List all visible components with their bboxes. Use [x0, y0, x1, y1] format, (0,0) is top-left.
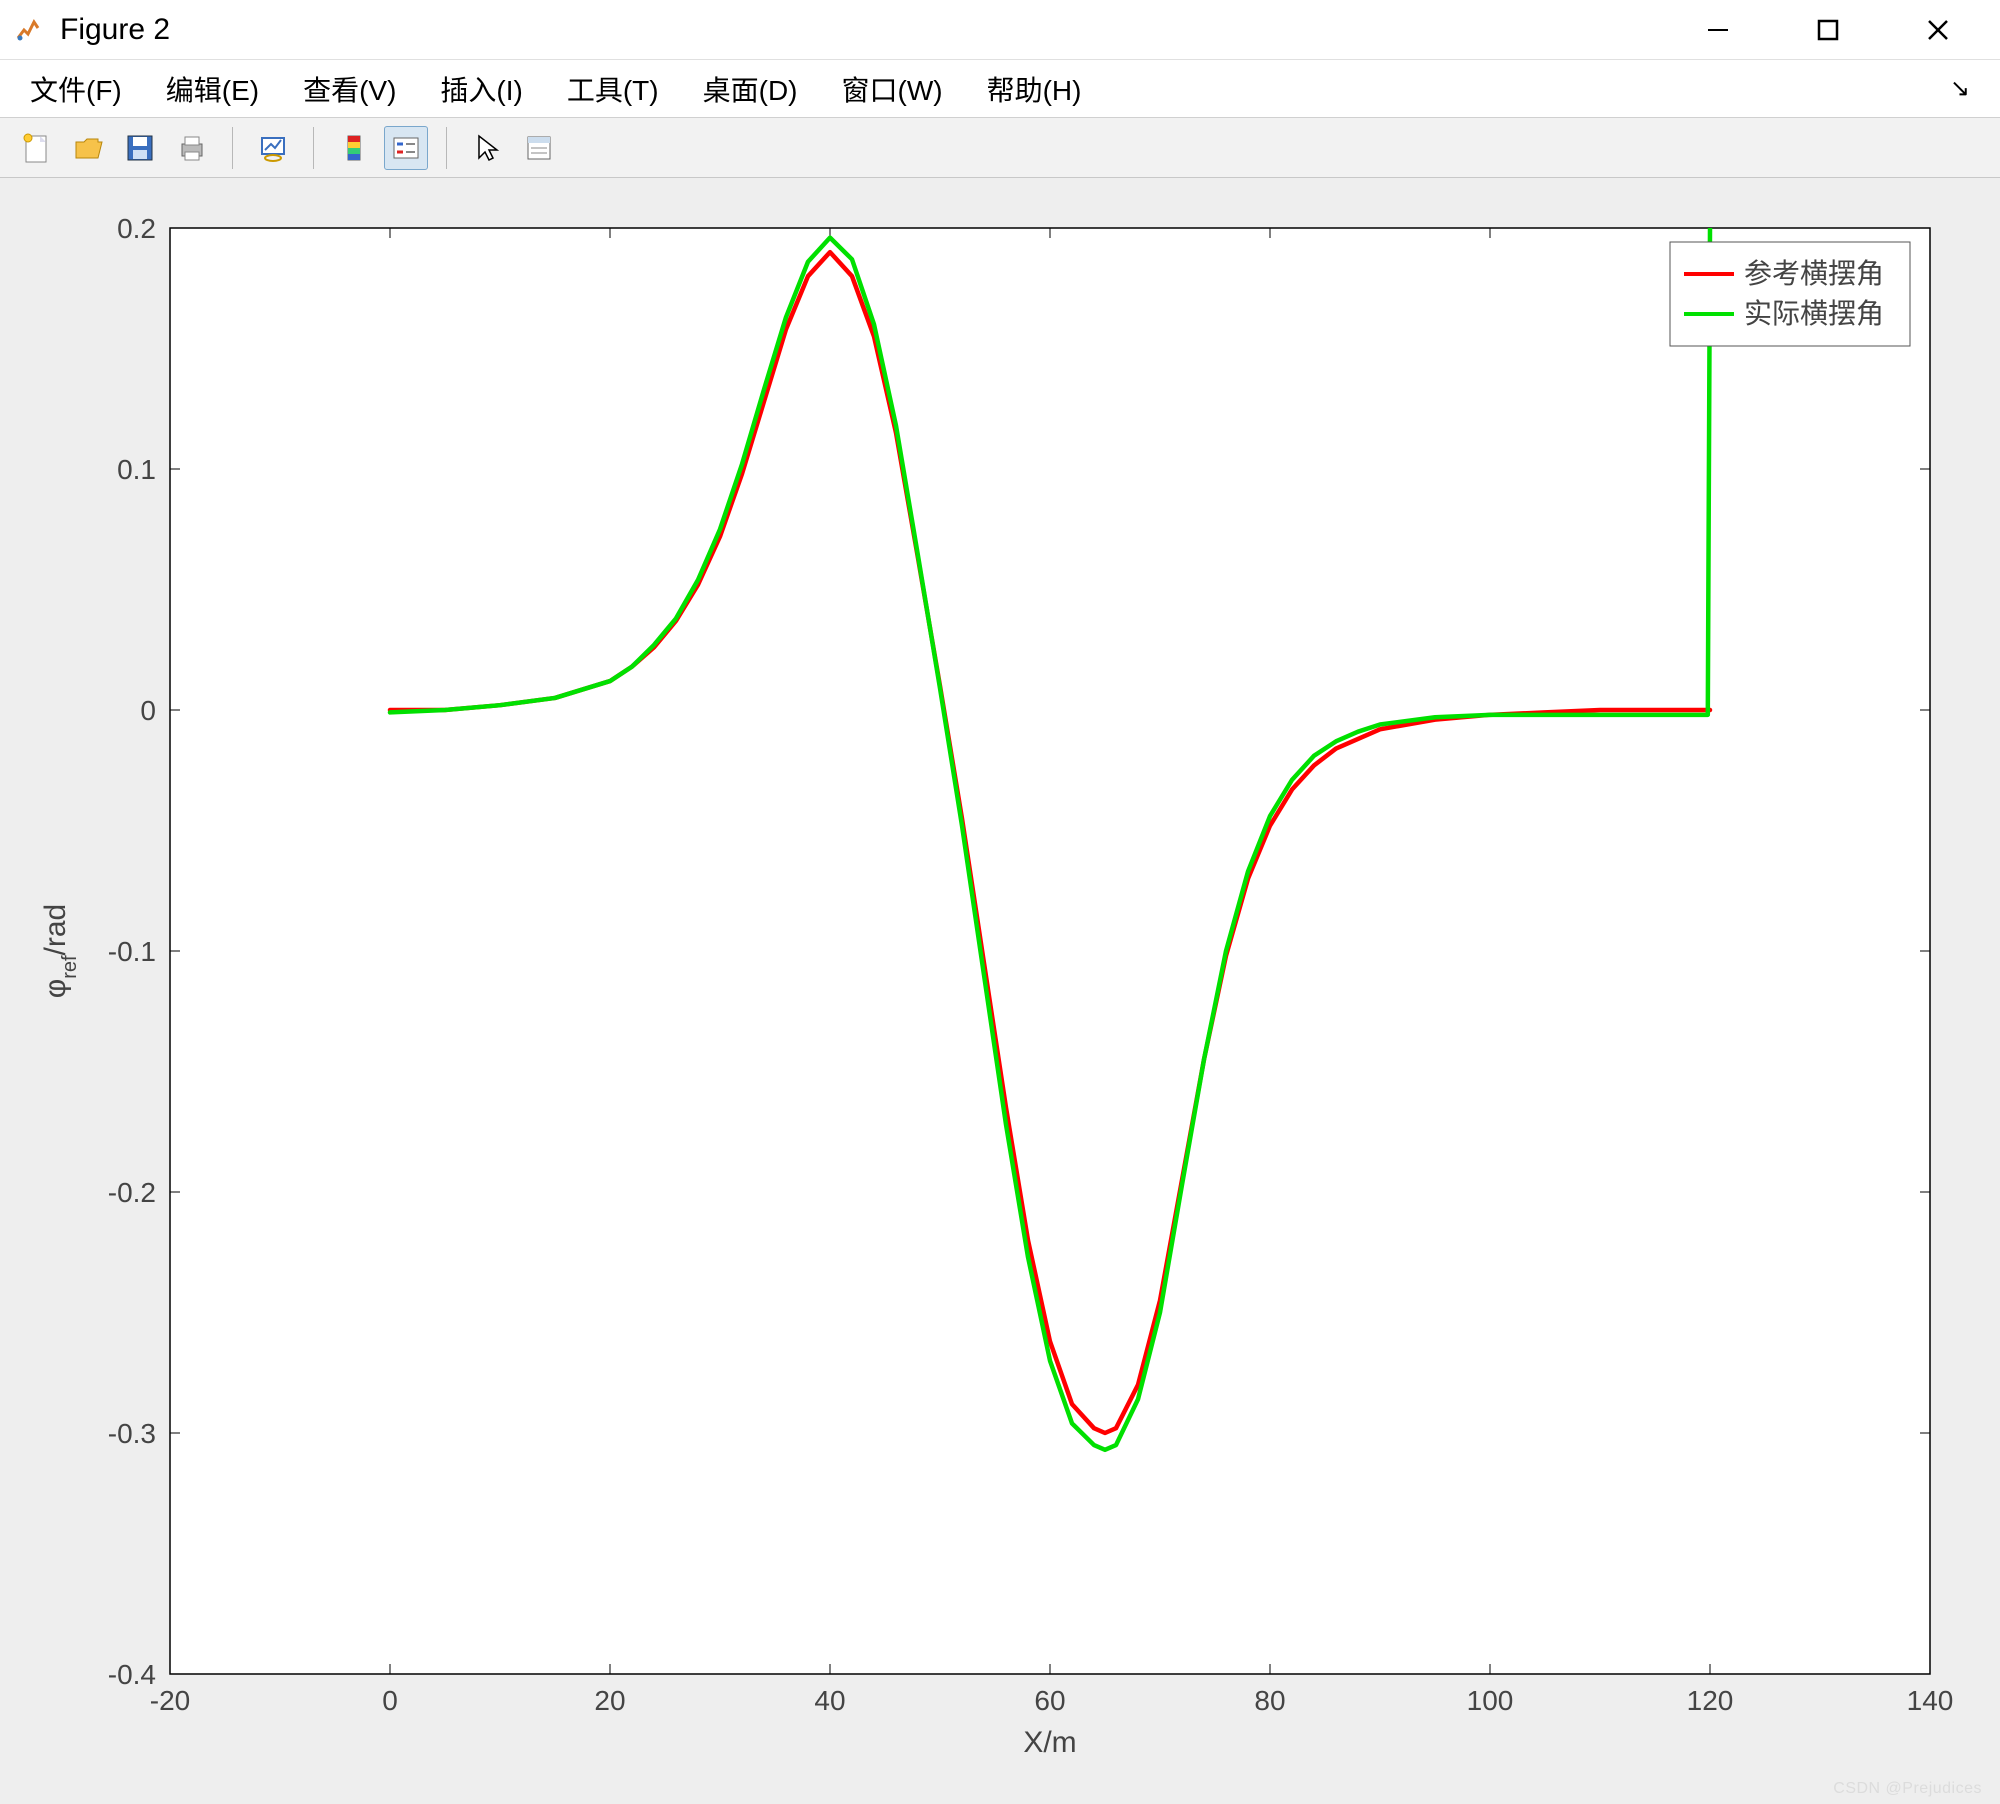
svg-text:-0.4: -0.4 [108, 1659, 156, 1690]
svg-text:φref/rad: φref/rad [39, 904, 81, 999]
title-bar: Figure 2 [0, 0, 2000, 60]
property-inspector-button[interactable] [517, 126, 561, 170]
axes[interactable]: -20020406080100120140-0.4-0.3-0.2-0.100.… [20, 208, 1970, 1774]
maximize-button[interactable] [1798, 10, 1858, 50]
menu-overflow-icon[interactable]: ↘ [1950, 74, 1980, 103]
save-button[interactable] [118, 126, 162, 170]
minimize-button[interactable] [1688, 10, 1748, 50]
open-button[interactable] [66, 126, 110, 170]
print-button[interactable] [170, 126, 214, 170]
legend-entry-label: 参考横摆角 [1744, 258, 1884, 289]
svg-text:100: 100 [1467, 1685, 1514, 1716]
chart-svg: -20020406080100120140-0.4-0.3-0.2-0.100.… [20, 208, 1970, 1774]
svg-text:140: 140 [1907, 1685, 1954, 1716]
menu-desktop[interactable]: 桌面(D) [693, 63, 808, 115]
menu-file[interactable]: 文件(F) [20, 63, 132, 115]
edit-plot-cursor-button[interactable] [465, 126, 509, 170]
svg-text:80: 80 [1254, 1685, 1285, 1716]
menu-window[interactable]: 窗口(W) [832, 63, 953, 115]
window-title: Figure 2 [60, 13, 1688, 47]
svg-text:0: 0 [382, 1685, 398, 1716]
watermark: CSDN @Prejudices [1833, 1780, 1982, 1798]
window-controls [1688, 10, 1988, 50]
colorbar-button[interactable] [332, 126, 376, 170]
svg-text:0: 0 [140, 695, 156, 726]
toolbar [0, 118, 2000, 178]
svg-text:120: 120 [1687, 1685, 1734, 1716]
menu-insert[interactable]: 插入(I) [430, 63, 532, 115]
menu-view[interactable]: 查看(V) [293, 63, 406, 115]
svg-text:-0.3: -0.3 [108, 1418, 156, 1449]
svg-text:0.2: 0.2 [117, 213, 156, 244]
toolbar-separator [232, 127, 233, 169]
menu-bar: 文件(F) 编辑(E) 查看(V) 插入(I) 工具(T) 桌面(D) 窗口(W… [0, 60, 2000, 118]
svg-text:-0.1: -0.1 [108, 936, 156, 967]
menu-help[interactable]: 帮助(H) [977, 63, 1092, 115]
svg-text:-0.2: -0.2 [108, 1177, 156, 1208]
new-figure-button[interactable] [14, 126, 58, 170]
svg-text:X/m: X/m [1023, 1726, 1076, 1759]
link-data-button[interactable] [251, 126, 295, 170]
menu-tools[interactable]: 工具(T) [557, 63, 669, 115]
svg-text:60: 60 [1034, 1685, 1065, 1716]
matlab-figure-icon [12, 14, 44, 46]
svg-text:0.1: 0.1 [117, 454, 156, 485]
legend-entry-label: 实际横摆角 [1744, 298, 1884, 329]
svg-text:40: 40 [814, 1685, 845, 1716]
toolbar-separator [446, 127, 447, 169]
svg-text:20: 20 [594, 1685, 625, 1716]
figure-canvas: -20020406080100120140-0.4-0.3-0.2-0.100.… [0, 178, 2000, 1804]
close-button[interactable] [1908, 10, 1968, 50]
toolbar-separator [313, 127, 314, 169]
menu-edit[interactable]: 编辑(E) [156, 63, 269, 115]
legend-button[interactable] [384, 126, 428, 170]
